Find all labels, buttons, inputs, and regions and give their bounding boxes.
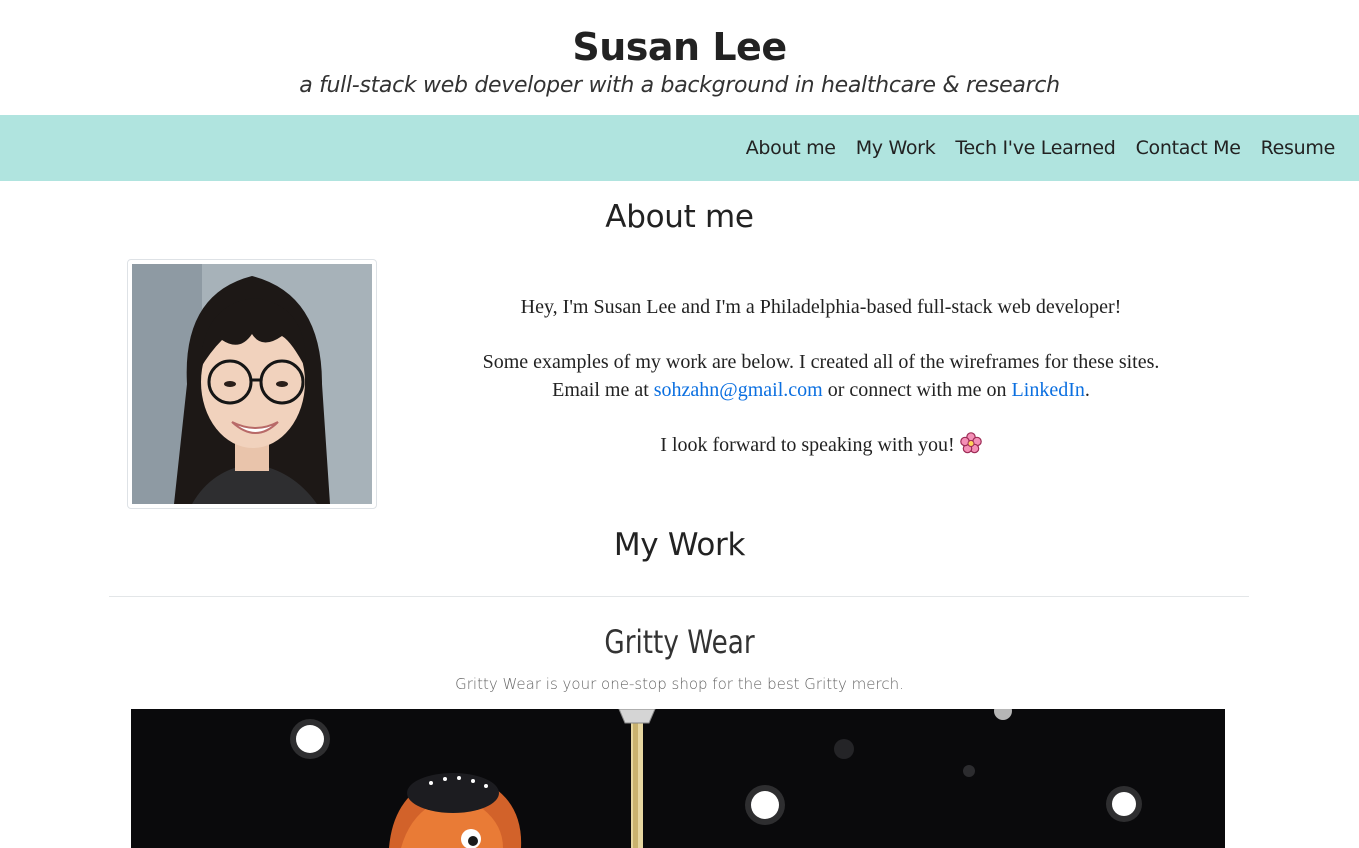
nav-link-resume[interactable]: Resume [1261, 137, 1336, 159]
nav-link-my-work[interactable]: My Work [856, 137, 936, 159]
site-name: Susan Lee [572, 25, 787, 69]
nav-link-about-me[interactable]: About me [746, 137, 836, 159]
period: . [1084, 379, 1090, 401]
my-work-heading: My Work [613, 527, 746, 563]
about-contact-line: Email me at sohzahn@gmail.com or connect… [400, 376, 1242, 404]
project-description: Gritty Wear is your one-stop shop for th… [455, 675, 904, 693]
nav-link-contact[interactable]: Contact Me [1136, 137, 1241, 159]
about-text: Hey, I'm Susan Lee and I'm a Philadelphi… [400, 293, 1242, 462]
navbar: About me My Work Tech I've Learned Conta… [0, 115, 1359, 181]
about-heading: About me [605, 199, 754, 235]
nav-link-tech[interactable]: Tech I've Learned [955, 137, 1115, 159]
project-title: Gritty Wear [604, 623, 755, 661]
profile-photo-frame [127, 259, 377, 509]
site-header: Susan Lee a full-stack web developer wit… [0, 0, 1359, 115]
about-examples: Some examples of my work are below. I cr… [482, 351, 1160, 373]
divider [109, 596, 1249, 597]
email-prefix: Email me at [552, 379, 654, 401]
connect-text: or connect with me on [822, 379, 1012, 401]
cherry-blossom-icon [959, 432, 982, 462]
email-link[interactable]: sohzahn@gmail.com [654, 379, 823, 401]
linkedin-link[interactable]: LinkedIn [1012, 379, 1085, 401]
about-intro: Hey, I'm Susan Lee and I'm a Philadelphi… [520, 296, 1122, 318]
project-image[interactable] [131, 709, 1225, 848]
nav-list: About me My Work Tech I've Learned Conta… [746, 115, 1336, 181]
site-tagline: a full-stack web developer with a backgr… [299, 73, 1060, 98]
closing-text: I look forward to speaking with you! [660, 434, 960, 456]
profile-photo [132, 264, 372, 504]
about-closing: I look forward to speaking with you! [400, 431, 1242, 462]
